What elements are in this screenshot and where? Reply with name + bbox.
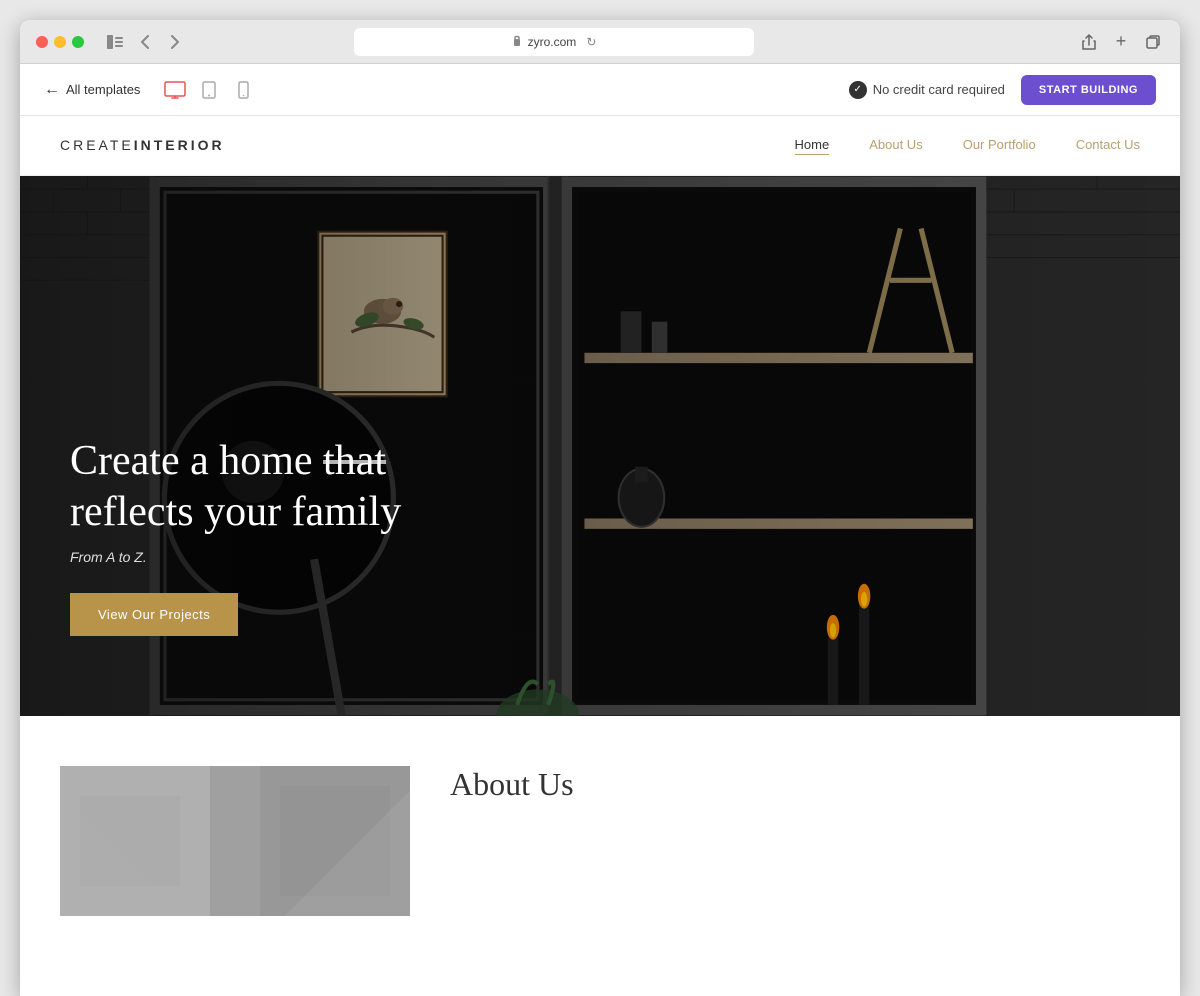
traffic-lights bbox=[36, 36, 84, 48]
hero-headline: Create a home that reflects your family bbox=[70, 436, 401, 537]
nav-portfolio[interactable]: Our Portfolio bbox=[963, 137, 1036, 155]
hero-headline-line2: reflects your family bbox=[70, 489, 401, 535]
hero-strikethrough-word: that bbox=[323, 438, 386, 484]
site-logo: CREATEINTERIOR bbox=[60, 137, 225, 154]
hero-content: Create a home that reflects your family … bbox=[70, 436, 401, 636]
address-bar[interactable]: zyro.com ↻ bbox=[354, 28, 754, 56]
sidebar-toggle-icon[interactable] bbox=[104, 31, 126, 53]
minimize-button[interactable] bbox=[54, 36, 66, 48]
reload-icon[interactable]: ↻ bbox=[586, 35, 596, 49]
website-preview: CREATEINTERIOR Home About Us Our Portfol… bbox=[20, 116, 1180, 996]
about-content: About Us bbox=[450, 766, 574, 803]
toolbar-right: ✓ No credit card required START BUILDING bbox=[849, 75, 1156, 105]
site-nav: Home About Us Our Portfolio Contact Us bbox=[795, 137, 1140, 155]
desktop-view-button[interactable] bbox=[164, 79, 186, 101]
hero-subtext: From A to Z. bbox=[70, 549, 401, 565]
hero-headline-line1: Create a home that bbox=[70, 438, 386, 484]
nav-about[interactable]: About Us bbox=[869, 137, 922, 155]
windows-icon[interactable] bbox=[1142, 31, 1164, 53]
close-button[interactable] bbox=[36, 36, 48, 48]
nav-home[interactable]: Home bbox=[795, 137, 830, 155]
device-switcher bbox=[164, 79, 254, 101]
back-label: All templates bbox=[66, 82, 140, 97]
template-toolbar: ← All templates bbox=[20, 64, 1180, 116]
about-image-svg bbox=[60, 766, 410, 916]
share-icon[interactable] bbox=[1078, 31, 1100, 53]
hero-section: Create a home that reflects your family … bbox=[20, 176, 1180, 716]
no-cc-label: No credit card required bbox=[873, 82, 1005, 97]
browser-window: zyro.com ↻ + ← All templates bbox=[20, 20, 1180, 996]
about-section: About Us bbox=[20, 716, 1180, 966]
browser-controls bbox=[104, 31, 186, 53]
maximize-button[interactable] bbox=[72, 36, 84, 48]
start-building-button[interactable]: START BUILDING bbox=[1021, 75, 1156, 105]
about-heading: About Us bbox=[450, 766, 574, 803]
tablet-view-button[interactable] bbox=[198, 79, 220, 101]
browser-titlebar: zyro.com ↻ + bbox=[20, 20, 1180, 64]
nav-contact[interactable]: Contact Us bbox=[1076, 137, 1140, 155]
about-image bbox=[60, 766, 410, 916]
mobile-view-button[interactable] bbox=[232, 79, 254, 101]
browser-actions: + bbox=[1078, 31, 1164, 53]
hero-cta-button[interactable]: View Our Projects bbox=[70, 593, 238, 636]
url-text: zyro.com bbox=[528, 35, 577, 49]
back-nav-button[interactable] bbox=[134, 31, 156, 53]
new-tab-icon[interactable]: + bbox=[1110, 31, 1132, 53]
no-cc-badge: ✓ No credit card required bbox=[849, 81, 1005, 99]
site-header: CREATEINTERIOR Home About Us Our Portfol… bbox=[20, 116, 1180, 176]
back-arrow-icon: ← bbox=[44, 81, 60, 99]
forward-nav-button[interactable] bbox=[164, 31, 186, 53]
lock-icon bbox=[512, 34, 522, 49]
check-icon: ✓ bbox=[849, 81, 867, 99]
back-to-templates-link[interactable]: ← All templates bbox=[44, 81, 140, 99]
